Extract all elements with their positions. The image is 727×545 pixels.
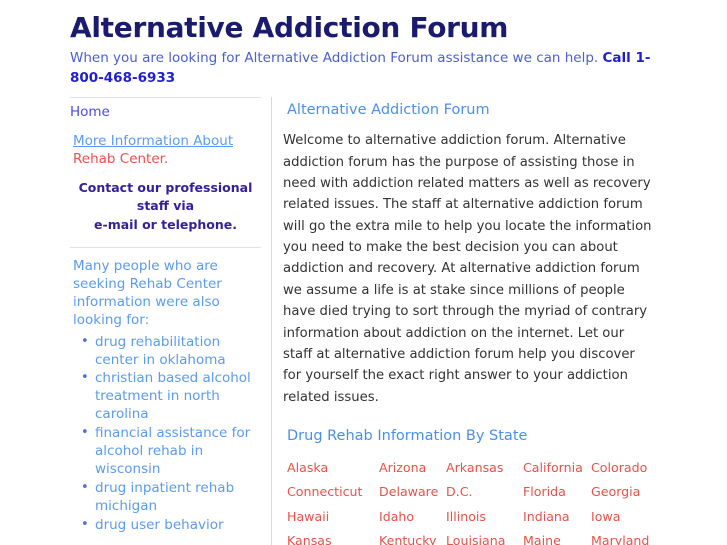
contact-line-3: e-mail or telephone. bbox=[94, 217, 237, 233]
state-link[interactable]: Maryland bbox=[591, 533, 663, 545]
keyword-link[interactable]: christian based alcohol treatment in nor… bbox=[95, 370, 251, 422]
also-looking-for-intro: Many people who are seeking Rehab Center… bbox=[70, 257, 261, 330]
state-link[interactable]: Colorado bbox=[591, 460, 663, 475]
state-link[interactable]: California bbox=[523, 460, 591, 475]
state-link[interactable]: Maine bbox=[523, 533, 591, 545]
page-title: Alternative Addiction Forum bbox=[70, 11, 509, 44]
state-link[interactable]: Kansas bbox=[287, 533, 379, 545]
state-link[interactable]: Delaware bbox=[379, 484, 446, 499]
seeking-text-mid: information bbox=[73, 294, 151, 311]
state-link[interactable]: Kentucky bbox=[379, 533, 446, 545]
state-link[interactable]: Louisiana bbox=[446, 533, 523, 545]
state-link[interactable]: Indiana bbox=[523, 509, 591, 524]
page-root: Alternative Addiction Forum When you are… bbox=[0, 0, 727, 545]
contact-line-1: Contact our professional bbox=[78, 179, 253, 195]
page-columns: Home More Information About Rehab Center… bbox=[0, 97, 727, 545]
state-link[interactable]: Arkansas bbox=[446, 460, 523, 475]
state-link[interactable]: Georgia bbox=[591, 484, 663, 499]
state-link[interactable]: Alaska bbox=[287, 460, 379, 475]
sidebar-divider-top bbox=[70, 97, 261, 99]
sidebar-item-home[interactable]: Home bbox=[70, 104, 261, 120]
keyword-link[interactable]: drug user behavior bbox=[95, 517, 224, 533]
state-link[interactable]: D.C. bbox=[446, 484, 523, 499]
keyword-link[interactable]: drug inpatient rehab michigan bbox=[95, 480, 234, 514]
main-content: Alternative Addiction Forum Welcome to a… bbox=[272, 97, 663, 545]
seeking-rehab-center: Rehab Center bbox=[129, 276, 222, 293]
content-heading: Alternative Addiction Forum bbox=[287, 102, 490, 119]
sidebar-divider-middle bbox=[70, 246, 261, 248]
list-item: financial assistance for alcohol rehab i… bbox=[73, 425, 261, 479]
rehab-center-label: Rehab Center. bbox=[73, 151, 169, 168]
contact-callout: Contact our professional staff via e-mai… bbox=[70, 179, 261, 235]
site-tagline: When you are looking for Alternative Add… bbox=[70, 49, 657, 88]
more-information-block: More Information About Rehab Center. bbox=[70, 132, 261, 168]
state-link[interactable]: Connecticut bbox=[287, 484, 379, 499]
site-header: Alternative Addiction Forum When you are… bbox=[0, 0, 727, 88]
list-item: drug user behavior bbox=[73, 517, 261, 535]
list-item: drug inpatient rehab michigan bbox=[73, 480, 261, 516]
list-item: christian based alcohol treatment in nor… bbox=[73, 370, 261, 424]
keyword-list: drug rehabilitation center in oklahoma c… bbox=[70, 334, 261, 535]
state-link[interactable]: Idaho bbox=[379, 509, 446, 524]
keyword-link[interactable]: financial assistance for alcohol rehab i… bbox=[95, 425, 250, 477]
state-link[interactable]: Iowa bbox=[591, 509, 663, 524]
states-heading: Drug Rehab Information By State bbox=[287, 428, 528, 444]
state-link[interactable]: Hawaii bbox=[287, 509, 379, 524]
list-item: drug rehabilitation center in oklahoma bbox=[73, 334, 261, 370]
keyword-link[interactable]: drug rehabilitation center in oklahoma bbox=[95, 334, 226, 368]
state-link[interactable]: Arizona bbox=[379, 460, 446, 475]
sidebar: Home More Information About Rehab Center… bbox=[70, 97, 271, 545]
more-information-link[interactable]: More Information About bbox=[73, 133, 233, 149]
state-link[interactable]: Florida bbox=[523, 484, 591, 499]
contact-line-2: staff via bbox=[136, 198, 195, 214]
state-link[interactable]: Illinois bbox=[446, 509, 523, 524]
state-links-grid: Alaska Arizona Arkansas California Color… bbox=[283, 460, 663, 545]
intro-paragraph: Welcome to alternative addiction forum. … bbox=[283, 133, 652, 405]
tagline-text: When you are looking for Alternative Add… bbox=[70, 50, 599, 66]
